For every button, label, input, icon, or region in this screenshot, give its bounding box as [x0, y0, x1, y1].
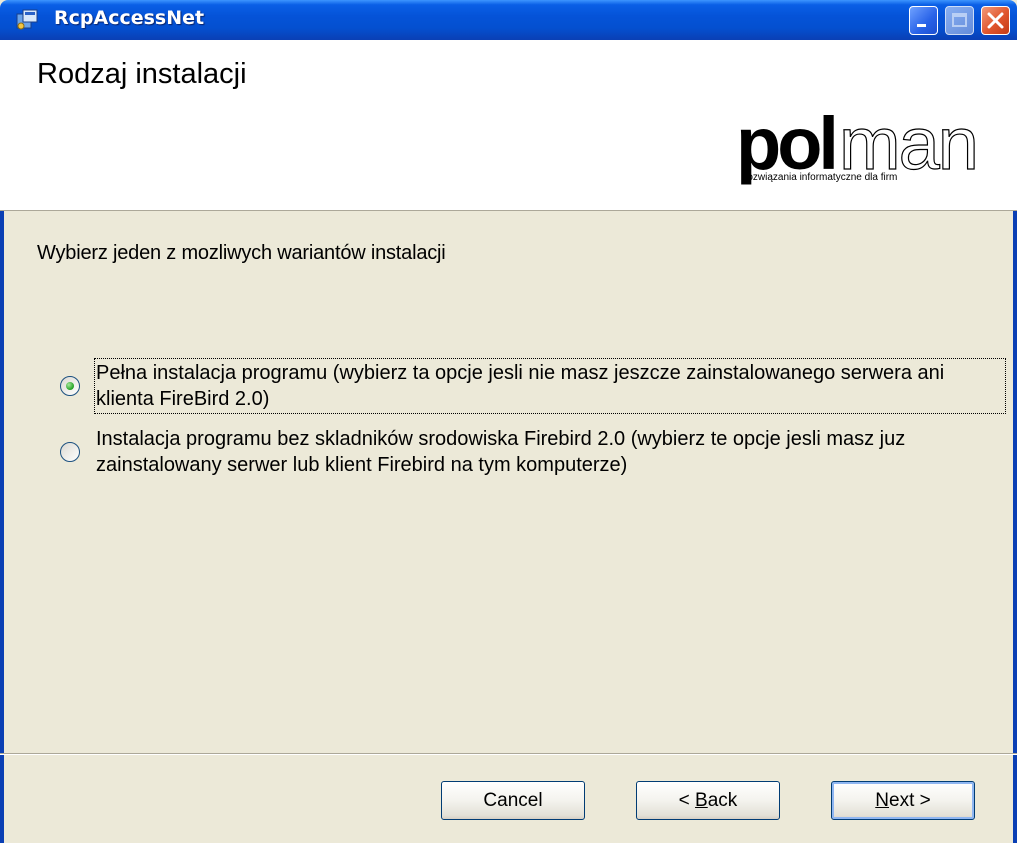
minimize-button[interactable] — [909, 6, 938, 35]
company-logo: pol man rozwiązania informatyczne dla fi… — [736, 101, 986, 187]
installer-window: RcpAccessNet Rodzaj instalacji pol man r… — [0, 0, 1017, 843]
next-rest: ext > — [889, 790, 931, 811]
title-bar[interactable]: RcpAccessNet — [0, 0, 1017, 40]
radio-selected-dot — [66, 382, 74, 390]
page-title: Rodzaj instalacji — [37, 58, 247, 90]
installer-icon — [15, 8, 39, 32]
svg-text:rozwiązania informatyczne dla: rozwiązania informatyczne dla firm — [744, 172, 897, 183]
back-rest: ack — [707, 790, 738, 811]
close-button[interactable] — [981, 6, 1010, 35]
partial-install-label[interactable]: Instalacja programu bez skladników srodo… — [96, 426, 1006, 478]
window-title: RcpAccessNet — [54, 7, 205, 29]
maximize-button — [945, 6, 974, 35]
next-button[interactable]: Next > — [831, 781, 975, 820]
instruction-text: Wybierz jeden z mozliwych wariantów inst… — [37, 242, 446, 264]
footer-separator — [0, 753, 1017, 755]
cancel-button[interactable]: Cancel — [441, 781, 585, 820]
back-prefix: < — [678, 790, 696, 811]
partial-install-radio[interactable] — [60, 442, 80, 462]
next-mnemonic: N — [875, 790, 889, 811]
full-install-radio[interactable] — [60, 376, 80, 396]
back-button[interactable]: < Back — [636, 781, 780, 820]
back-mnemonic: B — [695, 790, 708, 811]
full-install-label[interactable]: Pełna instalacja programu (wybierz ta op… — [94, 358, 1006, 414]
